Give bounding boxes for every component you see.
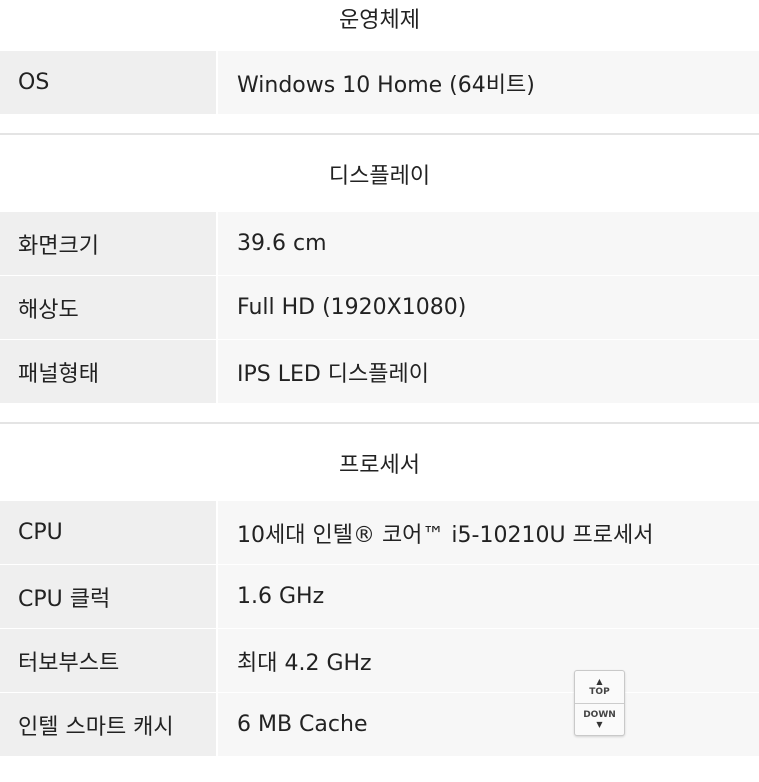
spec-label: 해상도 — [0, 276, 216, 339]
spec-value: 1.6 GHz — [218, 565, 759, 628]
spec-label: CPU — [0, 501, 216, 564]
scroll-buttons: ▲ TOP DOWN ▼ — [574, 670, 625, 736]
spec-section: 프로세서 CPU 10세대 인텔® 코어™ i5-10210U 프로세서 CPU 클럭… — [0, 422, 759, 756]
arrow-down-icon: ▼ — [596, 720, 603, 729]
spec-label: OS — [0, 51, 216, 114]
section-title: 프로세서 — [339, 452, 420, 478]
spec-row: 터보부스트 최대 4.2 GHz — [0, 629, 759, 692]
spec-value: 10세대 인텔® 코어™ i5-10210U 프로세서 — [218, 501, 759, 564]
spec-label: 인텔 스마트 캐시 — [0, 693, 216, 756]
spec-row: 패널형태 IPS LED 디스플레이 — [0, 340, 759, 403]
spec-value: 최대 4.2 GHz — [218, 629, 759, 692]
spec-value: IPS LED 디스플레이 — [218, 340, 759, 403]
spec-label: CPU 클럭 — [0, 565, 216, 628]
arrow-up-icon: ▲ — [596, 677, 603, 686]
spec-section: 운영체제 OS Windows 10 Home (64비트) — [0, 0, 759, 114]
scroll-top-label: TOP — [589, 687, 610, 697]
spec-table: 운영체제 OS Windows 10 Home (64비트) 디스플레이화면크기 39.… — [0, 0, 759, 756]
spec-label: 패널형태 — [0, 340, 216, 403]
spec-label: 화면크기 — [0, 212, 216, 275]
spec-row: 해상도 Full HD (1920X1080) — [0, 276, 759, 339]
spec-value: 6 MB Cache — [218, 693, 759, 756]
section-title: 운영체제 — [339, 8, 420, 33]
scroll-down-button[interactable]: DOWN ▼ — [575, 704, 624, 736]
spec-value: Full HD (1920X1080) — [218, 276, 759, 339]
spec-label: 터보부스트 — [0, 629, 216, 692]
spec-value: Windows 10 Home (64비트) — [218, 51, 759, 114]
spec-section: 디스플레이화면크기 39.6 cm 해상도 Full HD (1920X1080) 패널… — [0, 133, 759, 403]
spec-value: 39.6 cm — [218, 212, 759, 275]
scroll-down-label: DOWN — [583, 710, 616, 720]
spec-row: 인텔 스마트 캐시 6 MB Cache — [0, 693, 759, 756]
section-title: 디스플레이 — [328, 163, 431, 189]
scroll-top-button[interactable]: ▲ TOP — [575, 671, 624, 704]
spec-row: CPU 10세대 인텔® 코어™ i5-10210U 프로세서 — [0, 501, 759, 564]
spec-row: 화면크기 39.6 cm — [0, 212, 759, 275]
spec-row: CPU 클럭 1.6 GHz — [0, 565, 759, 628]
spec-row: OS Windows 10 Home (64비트) — [0, 51, 759, 114]
